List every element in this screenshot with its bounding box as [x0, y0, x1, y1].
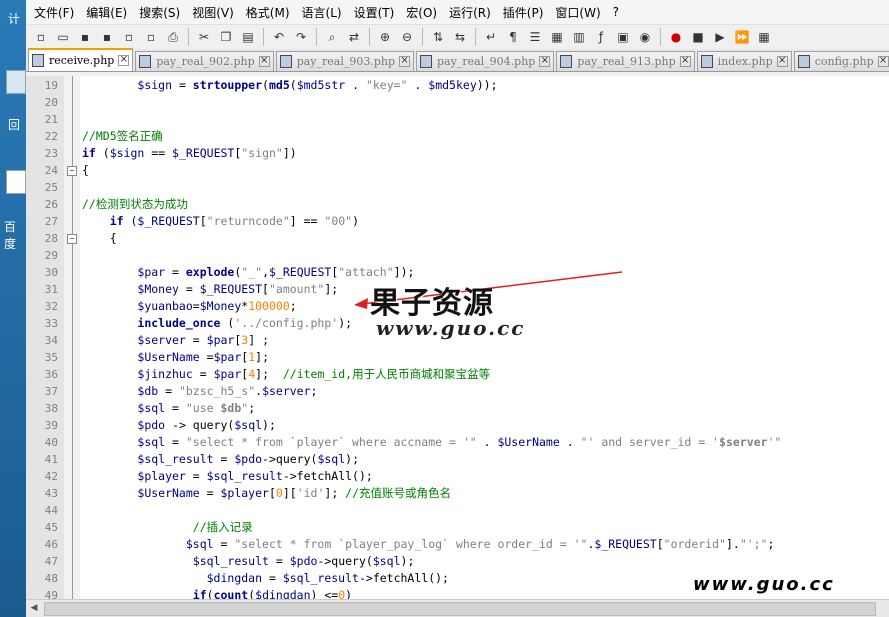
close-tab-icon[interactable]: ×: [679, 56, 691, 67]
toolbar-separator: [475, 28, 476, 46]
file-tab-bar: receive.php × pay_real_902.php × pay_real_90…: [26, 48, 889, 72]
file-icon: [32, 54, 44, 67]
print-icon[interactable]: ⎙: [164, 28, 182, 46]
file-icon: [797, 55, 810, 68]
menu-item[interactable]: ?: [609, 5, 627, 19]
save-all-icon[interactable]: ▪: [98, 28, 116, 46]
play-macro-icon[interactable]: ▶: [711, 28, 729, 46]
file-tab[interactable]: index.php ×: [696, 51, 792, 71]
desktop-strip: 计 回 百度: [0, 0, 26, 616]
menu-item[interactable]: 视图(V): [188, 4, 242, 21]
close-file-icon[interactable]: ▫: [120, 28, 138, 46]
toolbar-separator: [422, 28, 423, 46]
save-macro-icon[interactable]: ▦: [755, 28, 773, 46]
find-icon[interactable]: ⌕: [323, 28, 341, 46]
menu-item[interactable]: 窗口(W): [551, 4, 608, 21]
open-file-icon[interactable]: ▭: [54, 28, 72, 46]
toolbar-separator: [316, 28, 317, 46]
file-tab[interactable]: receive.php ×: [28, 48, 134, 71]
menu-item[interactable]: 插件(P): [499, 4, 552, 21]
file-tab-label: pay_real_913.php: [577, 55, 676, 68]
toolbar-separator: [660, 28, 661, 46]
close-tab-icon[interactable]: ×: [118, 55, 130, 66]
desktop-label-bottom: 百度: [4, 220, 17, 251]
horizontal-scrollbar[interactable]: ◀: [26, 599, 889, 617]
close-tab-icon[interactable]: ×: [399, 56, 411, 67]
file-icon: [139, 55, 152, 68]
word-wrap-icon[interactable]: ↵: [482, 28, 500, 46]
close-tab-icon[interactable]: ×: [877, 56, 889, 67]
file-tab[interactable]: pay_real_913.php ×: [556, 51, 695, 71]
shortcut-icon[interactable]: [6, 170, 26, 194]
recycle-bin-icon[interactable]: [6, 70, 26, 94]
zoom-out-icon[interactable]: ⊖: [398, 28, 416, 46]
menu-item[interactable]: 格式(M): [242, 4, 298, 21]
redo-icon[interactable]: ↷: [292, 28, 310, 46]
doc-map-icon[interactable]: ▥: [570, 28, 588, 46]
close-all-icon[interactable]: ▫: [142, 28, 160, 46]
watermark-url: www.guo.cc: [376, 316, 526, 340]
file-icon: [279, 55, 292, 68]
show-all-chars-icon[interactable]: ¶: [504, 28, 522, 46]
new-file-icon[interactable]: ▫: [32, 28, 50, 46]
file-tab-label: pay_real_904.php: [437, 55, 536, 68]
scroll-left-icon[interactable]: ◀: [26, 600, 42, 616]
file-tab-label: receive.php: [49, 54, 115, 67]
close-tab-icon[interactable]: ×: [258, 56, 270, 67]
file-tab[interactable]: pay_real_902.php ×: [135, 51, 274, 71]
menu-item[interactable]: 文件(F): [30, 4, 82, 21]
save-icon[interactable]: ▪: [76, 28, 94, 46]
folder-workspace-icon[interactable]: ▣: [614, 28, 632, 46]
cut-icon[interactable]: ✂: [195, 28, 213, 46]
file-tab-label: index.php: [717, 55, 773, 68]
toolbar: ▫ ▭ ▪ ▪ ▫ ▫ ⎙ ✂ ❐ ▤ ↶ ↷ ⌕ ⇄ ⊕ ⊖ ⇅ ⇆ ↵ ¶ …: [26, 25, 889, 49]
toolbar-separator: [263, 28, 264, 46]
file-tab[interactable]: pay_real_903.php ×: [275, 51, 415, 71]
notepad-plus-plus-window: 文件(F) 编辑(E) 搜索(S) 视图(V) 格式(M) 语言(L) 设置(T) 宏(O) 运…: [26, 0, 889, 617]
sync-horizontal-icon[interactable]: ⇆: [451, 28, 469, 46]
record-macro-icon[interactable]: ●: [667, 28, 685, 46]
file-icon: [420, 55, 433, 68]
paste-icon[interactable]: ▤: [239, 28, 257, 46]
function-list-icon[interactable]: ƒ: [592, 28, 610, 46]
file-tab-label: pay_real_902.php: [156, 55, 255, 68]
close-tab-icon[interactable]: ×: [776, 56, 788, 67]
menu-bar: 文件(F) 编辑(E) 搜索(S) 视图(V) 格式(M) 语言(L) 设置(T) 宏(O) 运…: [26, 0, 889, 25]
menu-item[interactable]: 设置(T): [350, 4, 403, 21]
file-tab[interactable]: config.php ×: [793, 51, 889, 71]
replace-icon[interactable]: ⇄: [345, 28, 363, 46]
menu-item[interactable]: 运行(R): [445, 4, 499, 21]
stop-macro-icon[interactable]: ■: [689, 28, 707, 46]
zoom-in-icon[interactable]: ⊕: [376, 28, 394, 46]
menu-item[interactable]: 编辑(E): [82, 4, 135, 21]
file-icon: [700, 55, 713, 68]
file-tab-label: pay_real_903.php: [296, 55, 396, 68]
indent-guide-icon[interactable]: ☰: [526, 28, 544, 46]
toolbar-separator: [188, 28, 189, 46]
desktop-label-mid: 回: [8, 118, 21, 132]
menu-item[interactable]: 宏(O): [402, 4, 445, 21]
run-macro-multiple-icon[interactable]: ⏩: [733, 28, 751, 46]
sync-vertical-icon[interactable]: ⇅: [429, 28, 447, 46]
undo-icon[interactable]: ↶: [270, 28, 288, 46]
file-tab[interactable]: pay_real_904.php ×: [416, 51, 555, 71]
menu-item[interactable]: 搜索(S): [135, 4, 188, 21]
desktop-label-top: 计: [8, 12, 21, 26]
language-icon[interactable]: ▦: [548, 28, 566, 46]
file-icon: [560, 55, 573, 68]
file-tab-label: config.php: [814, 55, 874, 68]
toolbar-separator: [369, 28, 370, 46]
copy-icon[interactable]: ❐: [217, 28, 235, 46]
menu-item[interactable]: 语言(L): [298, 4, 350, 21]
code-editor[interactable]: 19 $sign = strtoupper(md5($md5str . "key…: [26, 76, 889, 599]
close-tab-icon[interactable]: ×: [539, 56, 551, 67]
watermark-footer-url: www.guo.cc: [693, 574, 835, 595]
monitoring-icon[interactable]: ◉: [636, 28, 654, 46]
scrollbar-thumb[interactable]: [44, 602, 876, 616]
